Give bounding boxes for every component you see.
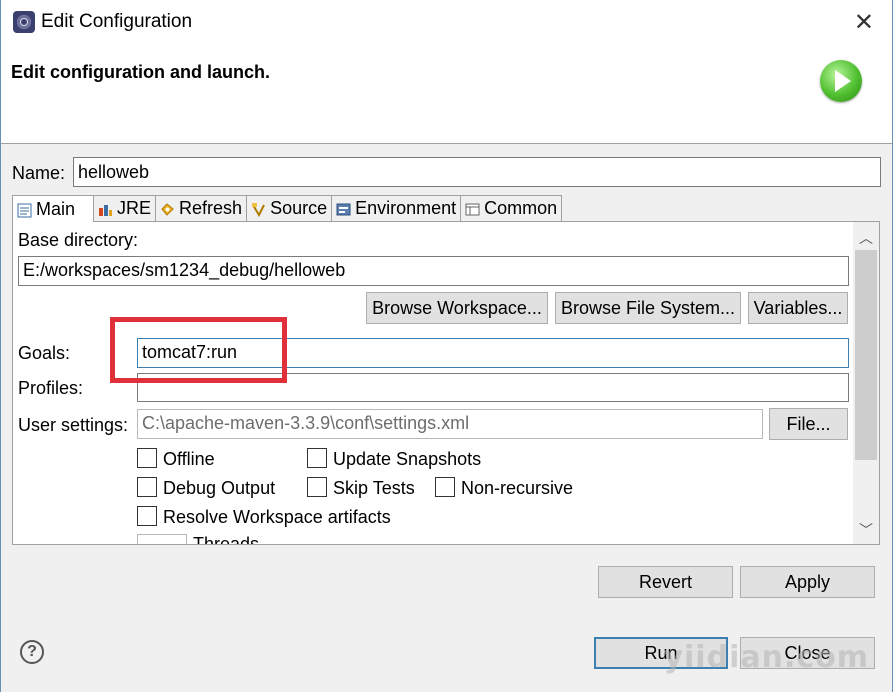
main-tab-icon	[17, 202, 32, 217]
base-directory-label: Base directory:	[18, 230, 139, 250]
tab-label: Refresh	[179, 198, 243, 218]
panel-scrollbar[interactable]: ︿ ﹀	[853, 222, 879, 544]
header-title: Edit configuration and launch.	[11, 62, 270, 82]
scroll-down-icon[interactable]: ﹀	[859, 520, 873, 540]
threads-label: Threads	[193, 534, 260, 544]
tab-source[interactable]: Source	[246, 195, 333, 221]
watermark: yiidian.com	[663, 640, 869, 675]
tab-label: Main	[36, 198, 76, 219]
non-recursive-checkbox[interactable]	[435, 477, 455, 497]
name-input[interactable]	[73, 157, 881, 187]
user-settings-input[interactable]: C:\apache-maven-3.3.9\conf\settings.xml	[137, 409, 763, 439]
eclipse-app-icon	[13, 11, 35, 33]
tab-label: Common	[484, 198, 558, 218]
update-snapshots-checkbox[interactable]	[307, 448, 327, 468]
user-settings-label: User settings:	[18, 415, 129, 435]
tab-label: Environment	[355, 198, 457, 218]
jre-icon	[98, 201, 113, 216]
profiles-label: Profiles:	[18, 378, 84, 398]
offline-checkbox[interactable]	[137, 448, 157, 468]
threads-spinner[interactable]	[137, 534, 187, 544]
dialog-header: Edit configuration and launch.	[0, 46, 893, 144]
skip-tests-checkbox[interactable]	[307, 477, 327, 497]
goals-label: Goals:	[18, 343, 71, 363]
browse-file-system-button[interactable]: Browse File System...	[555, 292, 741, 324]
variables-button[interactable]: Variables...	[748, 292, 848, 324]
apply-button[interactable]: Apply	[740, 566, 875, 598]
base-directory-input[interactable]: E:/workspaces/sm1234_debug/helloweb	[18, 256, 849, 286]
common-icon	[465, 201, 480, 216]
skip-tests-label: Skip Tests	[333, 478, 415, 498]
resolve-workspace-label: Resolve Workspace artifacts	[163, 507, 391, 527]
debug-output-checkbox[interactable]	[137, 477, 157, 497]
resolve-workspace-checkbox[interactable]	[137, 506, 157, 526]
tab-jre[interactable]: JRE	[93, 195, 157, 221]
debug-output-label: Debug Output	[163, 478, 276, 498]
name-label: Name:	[12, 163, 66, 183]
close-icon[interactable]: ✕	[854, 8, 874, 36]
source-icon	[251, 201, 266, 218]
revert-button[interactable]: Revert	[598, 566, 733, 598]
browse-workspace-button[interactable]: Browse Workspace...	[366, 292, 548, 324]
tab-label: JRE	[117, 198, 152, 218]
window-title: Edit Configuration	[41, 11, 193, 32]
tab-refresh[interactable]: Refresh	[155, 195, 248, 221]
tab-main[interactable]: Main	[12, 195, 95, 222]
tab-common[interactable]: Common	[460, 195, 563, 221]
offline-label: Offline	[163, 449, 215, 469]
help-icon[interactable]: ?	[20, 640, 44, 664]
non-recursive-label: Non-recursive	[461, 478, 574, 498]
update-snapshots-label: Update Snapshots	[333, 449, 482, 469]
title-bar: Edit Configuration ✕	[0, 0, 893, 46]
run-banner-icon	[820, 60, 862, 102]
file-button[interactable]: File...	[769, 408, 848, 440]
refresh-icon	[160, 201, 175, 216]
tab-label: Source	[270, 198, 328, 218]
environment-icon	[336, 201, 351, 216]
tab-environment[interactable]: Environment	[331, 195, 462, 221]
config-tabs: Main JRE Refresh Source Environment Comm…	[12, 195, 563, 222]
scroll-up-icon[interactable]: ︿	[859, 228, 873, 248]
goals-highlight-box	[110, 317, 287, 383]
scroll-thumb[interactable]	[855, 250, 877, 460]
